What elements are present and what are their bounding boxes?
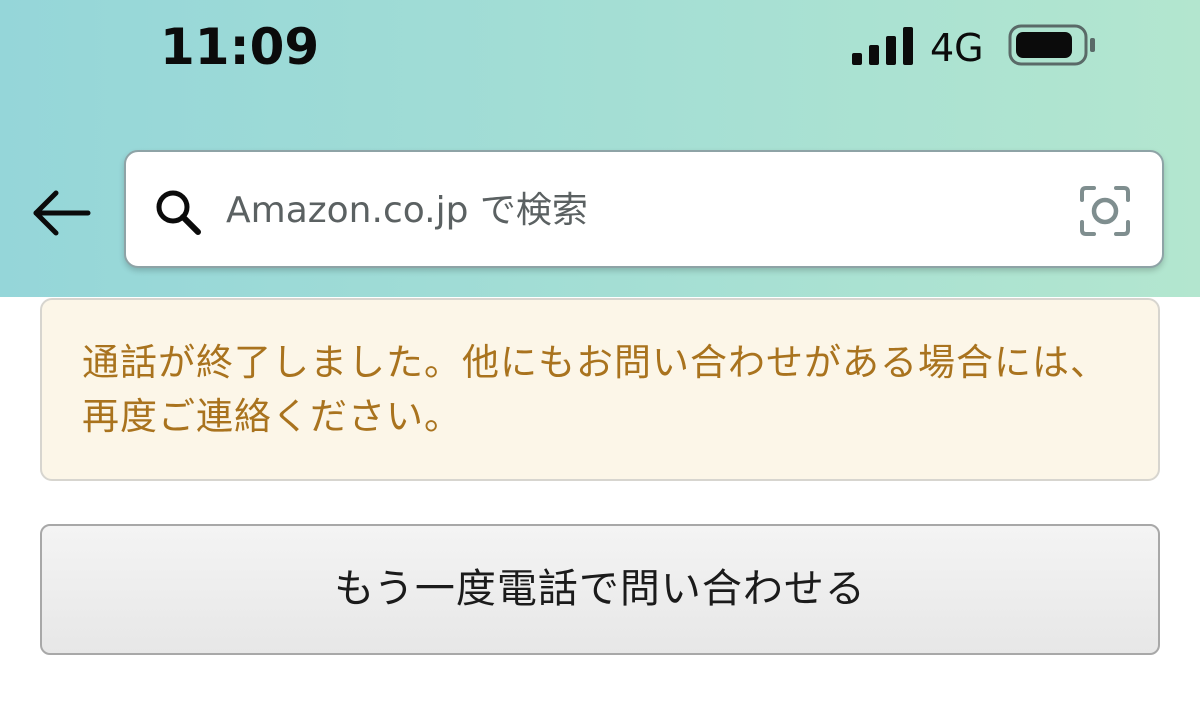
call-ended-alert: 通話が終了しました。他にもお問い合わせがある場合には、再度ご連絡ください。 <box>40 298 1160 481</box>
alert-message: 通話が終了しました。他にもお問い合わせがある場合には、再度ご連絡ください。 <box>82 341 1108 438</box>
call-again-button[interactable]: もう一度電話で問い合わせる <box>40 524 1160 655</box>
network-type: 4G <box>930 26 984 70</box>
search-input[interactable] <box>226 182 1046 238</box>
signal-bars-icon <box>852 27 913 65</box>
search-icon <box>156 190 201 235</box>
camera-scan-icon[interactable] <box>1078 184 1132 238</box>
search-bar[interactable] <box>124 150 1164 268</box>
battery-icon <box>1008 24 1095 66</box>
back-arrow-icon[interactable] <box>28 180 94 246</box>
status-time: 11:09 <box>160 18 320 76</box>
app-header: 11:09 4G <box>0 0 1200 297</box>
